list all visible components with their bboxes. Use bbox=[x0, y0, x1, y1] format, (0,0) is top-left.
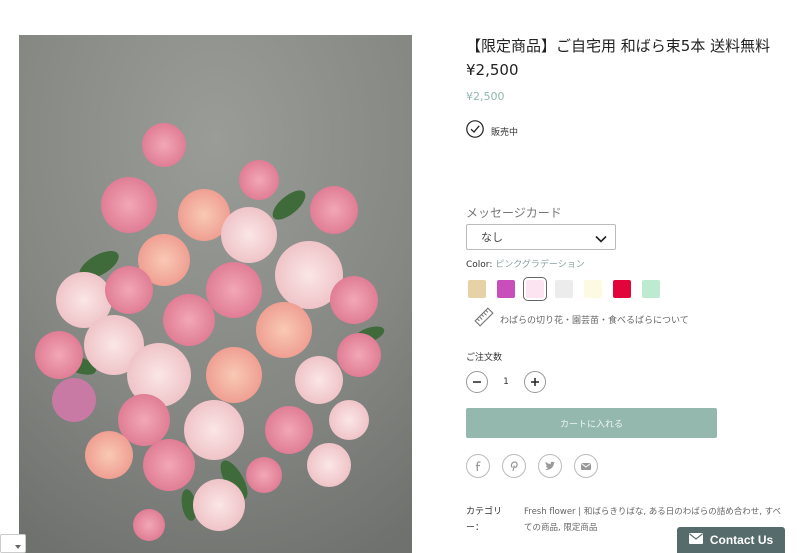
quantity-label: ご注文数 bbox=[466, 353, 503, 363]
ruler-icon bbox=[474, 307, 494, 331]
color-swatch[interactable] bbox=[584, 280, 602, 298]
facebook-share-button[interactable] bbox=[466, 454, 490, 478]
color-swatch[interactable] bbox=[555, 280, 573, 298]
stock-status-text: 販売中 bbox=[491, 127, 519, 138]
caret-down-icon bbox=[15, 534, 21, 553]
color-swatches bbox=[468, 277, 660, 301]
quantity-value[interactable]: 1 bbox=[488, 377, 524, 387]
message-card-label: メッセージカード bbox=[466, 206, 562, 220]
color-swatch[interactable] bbox=[497, 280, 515, 298]
contact-us-label: Contact Us bbox=[709, 533, 774, 547]
twitter-icon bbox=[545, 461, 555, 470]
quantity-decrease-button[interactable] bbox=[466, 371, 488, 393]
color-swatch[interactable] bbox=[468, 280, 486, 298]
color-selected: ピンクグラデーション bbox=[495, 260, 585, 270]
facebook-icon bbox=[475, 461, 481, 471]
color-option-row: Color: ピンクグラデーション bbox=[466, 257, 585, 270]
message-card-selected: なし bbox=[481, 231, 503, 244]
product-image[interactable] bbox=[19, 35, 412, 553]
check-circle-icon bbox=[466, 120, 484, 142]
color-swatch[interactable] bbox=[523, 277, 547, 301]
pinterest-share-button[interactable] bbox=[502, 454, 526, 478]
email-icon bbox=[581, 463, 591, 470]
quantity-stepper: 1 bbox=[466, 371, 546, 393]
envelope-icon bbox=[688, 533, 703, 547]
add-to-cart-button[interactable]: カートに入れる bbox=[466, 408, 717, 438]
about-roses-text: わばらの切り花・園芸苗・食べるばらについて bbox=[500, 315, 689, 326]
quantity-increase-button[interactable] bbox=[524, 371, 546, 393]
color-label: Color: bbox=[466, 260, 493, 270]
category-label: カテゴリー： bbox=[466, 507, 503, 533]
product-price: ¥2,500 bbox=[466, 61, 519, 79]
email-share-button[interactable] bbox=[574, 454, 598, 478]
share-buttons bbox=[466, 454, 598, 478]
chevron-down-icon bbox=[595, 228, 607, 247]
stock-status: 販売中 bbox=[466, 120, 518, 142]
pinterest-icon bbox=[510, 461, 518, 472]
language-select[interactable] bbox=[0, 534, 26, 553]
about-roses-link[interactable]: わばらの切り花・園芸苗・食べるばらについて bbox=[474, 307, 689, 331]
product-price-secondary: ¥2,500 bbox=[466, 90, 505, 103]
contact-us-button[interactable]: Contact Us bbox=[677, 527, 785, 553]
color-swatch[interactable] bbox=[613, 280, 631, 298]
product-title: 【限定商品】ご自宅用 和ばら束5本 送料無料 bbox=[466, 37, 771, 55]
plus-icon bbox=[531, 378, 539, 386]
twitter-share-button[interactable] bbox=[538, 454, 562, 478]
minus-icon bbox=[473, 381, 481, 383]
color-swatch[interactable] bbox=[642, 280, 660, 298]
message-card-select[interactable]: なし bbox=[466, 224, 616, 250]
